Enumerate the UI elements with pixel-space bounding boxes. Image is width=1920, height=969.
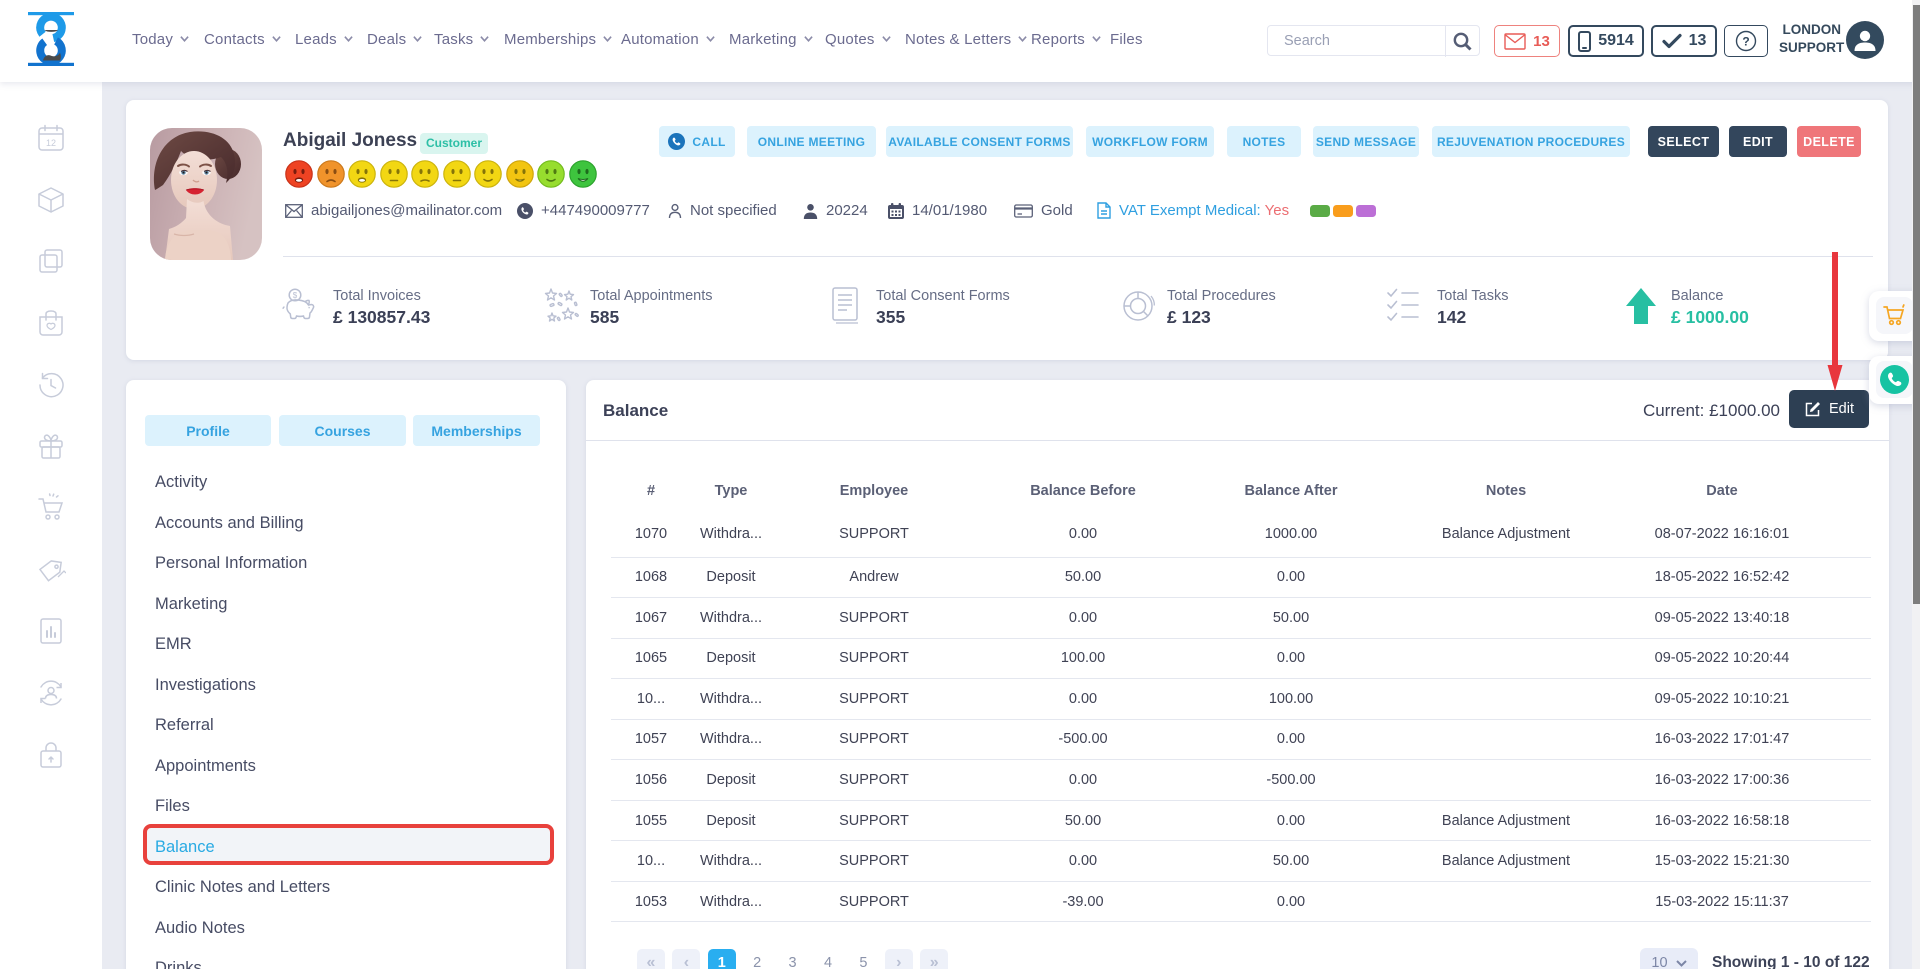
svg-text:?: ?	[1742, 35, 1749, 49]
svg-text:12: 12	[46, 138, 56, 148]
svg-text:$: $	[293, 291, 298, 300]
